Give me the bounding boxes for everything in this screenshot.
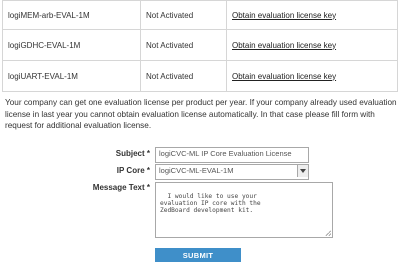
license-action-cell: Obtain evaluation license key (226, 60, 398, 92)
obtain-license-link[interactable]: Obtain evaluation license key (232, 72, 336, 81)
license-table: logiMEM-arb-EVAL-1M Not Activated Obtain… (2, 0, 398, 92)
license-action-cell: Obtain evaluation license key (226, 0, 398, 30)
subject-input[interactable]: logiCVC-ML IP Core Evaluation License (155, 147, 309, 163)
submit-button[interactable]: SUBMIT (155, 248, 241, 262)
evaluation-notice: Your company can get one evaluation lice… (5, 98, 397, 130)
ipcore-select[interactable]: logiCVC-ML-EVAL-1M (155, 164, 309, 180)
table-row: logiUART-EVAL-1M Not Activated Obtain ev… (2, 60, 398, 92)
resize-grip-icon[interactable] (325, 230, 331, 236)
message-label: Message Text * (92, 183, 150, 192)
subject-label: Subject * (115, 149, 150, 158)
license-status: Not Activated (140, 0, 227, 30)
chevron-down-icon[interactable] (297, 165, 308, 177)
ipcore-selected-value: logiCVC-ML-EVAL-1M (159, 166, 234, 175)
ipcore-label: IP Core * (116, 166, 150, 175)
license-status: Not Activated (140, 29, 227, 61)
license-action-cell: Obtain evaluation license key (226, 29, 398, 61)
message-textarea[interactable]: I would like to use your evaluation IP c… (155, 182, 333, 238)
ipcore-row: IP Core * logiCVC-ML-EVAL-1M (0, 164, 400, 180)
license-status: Not Activated (140, 60, 227, 92)
table-row: logiMEM-arb-EVAL-1M Not Activated Obtain… (2, 0, 398, 30)
obtain-license-link[interactable]: Obtain evaluation license key (232, 11, 336, 20)
license-name: logiUART-EVAL-1M (2, 60, 141, 92)
table-row: logiGDHC-EVAL-1M Not Activated Obtain ev… (2, 29, 398, 61)
message-text: I would like to use your evaluation IP c… (160, 193, 261, 214)
license-name: logiMEM-arb-EVAL-1M (2, 0, 141, 30)
subject-row: Subject * logiCVC-ML IP Core Evaluation … (0, 147, 400, 163)
obtain-license-link[interactable]: Obtain evaluation license key (232, 41, 336, 50)
license-name: logiGDHC-EVAL-1M (2, 29, 141, 61)
